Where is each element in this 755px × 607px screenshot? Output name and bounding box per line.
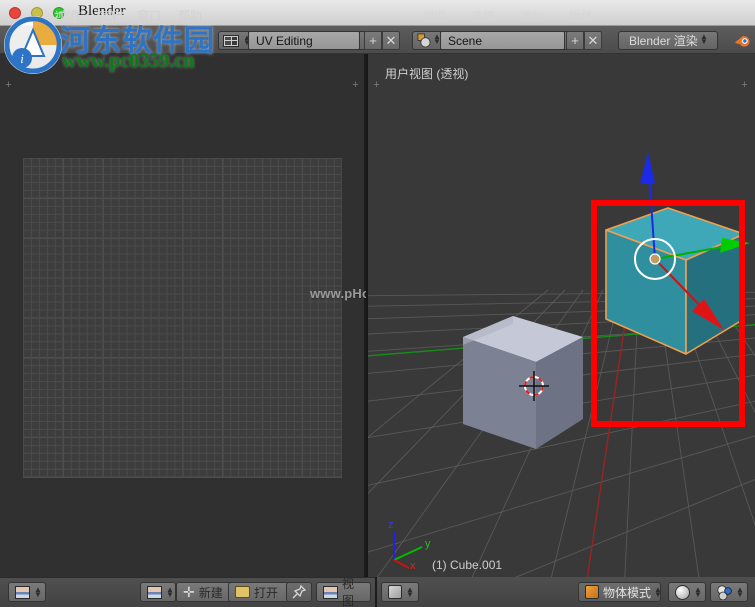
datablock-chevron-icon: ▲ ▼ (166, 585, 174, 599)
window-minimize-button[interactable] (31, 7, 43, 19)
engine-chevron-icon: ▲ ▼ (700, 32, 708, 46)
folder-icon (235, 586, 250, 598)
gray-cube (463, 316, 583, 449)
remove-layout-button[interactable]: ✕ (382, 31, 400, 50)
pin-image-button[interactable] (286, 582, 312, 602)
pin-icon (292, 585, 306, 599)
interaction-mode-selector[interactable]: 物体模式 (578, 582, 661, 602)
blender-window: Blender 文件 渲染 窗口 帮助 ▲ ▼ UV Editing + ✕ ▲ ▼… (0, 0, 755, 607)
view3d-chevron-icon: ▲ ▼ (406, 585, 414, 599)
add-scene-button[interactable]: + (566, 31, 584, 50)
open-image-label: 打开 (254, 585, 279, 600)
view3d-editor-type-button[interactable]: ▲ ▼ (381, 582, 419, 602)
properties-expand-icon[interactable]: + (739, 80, 750, 91)
view3d-menu-view[interactable]: 视图 (422, 8, 446, 25)
add-layout-button[interactable]: + (364, 31, 382, 50)
image-editor-type-button[interactable]: ▲ ▼ (8, 582, 46, 602)
viewport-scene-render (368, 54, 755, 577)
plus-icon: ✛ (183, 584, 195, 600)
image-datablock-button[interactable]: ▲ ▼ (140, 582, 176, 602)
pivot-point-selector[interactable]: ▲ ▼ (710, 582, 748, 602)
toolshelf-expand-icon[interactable]: + (371, 80, 382, 91)
image-datablock-icon (147, 585, 162, 599)
mode-chevron-icon: ▲ ▼ (654, 585, 662, 599)
view3d-editor-icon (388, 585, 402, 599)
scene-name-value[interactable]: Scene (440, 31, 565, 50)
axis-label-z: z (388, 519, 394, 531)
scene-icon (417, 33, 431, 48)
image-view-button[interactable]: 视图 (316, 577, 371, 607)
image-view-icon (323, 585, 338, 599)
view3d-menu-object[interactable]: 物体 (569, 8, 593, 25)
image-menu-image[interactable]: 图像 (102, 8, 126, 25)
shading-chevron-icon: ▲ ▼ (694, 585, 702, 599)
open-image-button[interactable]: 打开 (228, 582, 290, 602)
axis-label-x: x (410, 560, 416, 569)
viewport-3d[interactable]: 用户视图 (透视) (1) Cube.001 + + z y x (368, 54, 755, 577)
view3d-menu-add[interactable]: 添加 (520, 8, 544, 25)
axis-label-y: y (425, 538, 431, 550)
uv-grid-canvas[interactable] (23, 158, 342, 478)
blender-logo-icon (734, 35, 750, 47)
remove-scene-button[interactable]: ✕ (584, 31, 602, 50)
new-image-label: 新建 (198, 585, 223, 600)
window-close-button[interactable] (9, 7, 21, 19)
viewport-object-label: (1) Cube.001 (432, 558, 503, 572)
region-expand-left-icon[interactable]: + (3, 80, 14, 91)
solid-shading-icon (675, 584, 690, 600)
screen-layout-value[interactable]: UV Editing (248, 31, 360, 50)
viewport-view-label: 用户视图 (透视) (385, 67, 469, 81)
pivot-icon (717, 584, 732, 600)
object-mode-icon (585, 585, 599, 599)
uv-image-editor[interactable]: + + (0, 54, 366, 577)
image-menu-view[interactable]: 视图 (54, 8, 78, 25)
interaction-mode-label: 物体模式 (603, 585, 652, 600)
image-editor-icon (15, 585, 30, 599)
editor-type-icon (223, 34, 239, 47)
menu-window[interactable]: 窗口 (137, 7, 161, 24)
region-expand-right-icon[interactable]: + (350, 80, 361, 91)
menu-help[interactable]: 帮助 (178, 7, 202, 24)
editor-chevron-icon: ▲ ▼ (34, 585, 42, 599)
image-view-label: 视图 (342, 577, 355, 607)
viewport-shading-selector[interactable]: ▲ ▼ (668, 582, 706, 602)
axis-orientation-gizmo: z y x (388, 519, 431, 569)
pivot-chevron-icon: ▲ ▼ (736, 585, 744, 599)
view3d-menu-select[interactable]: 选择 (471, 8, 495, 25)
